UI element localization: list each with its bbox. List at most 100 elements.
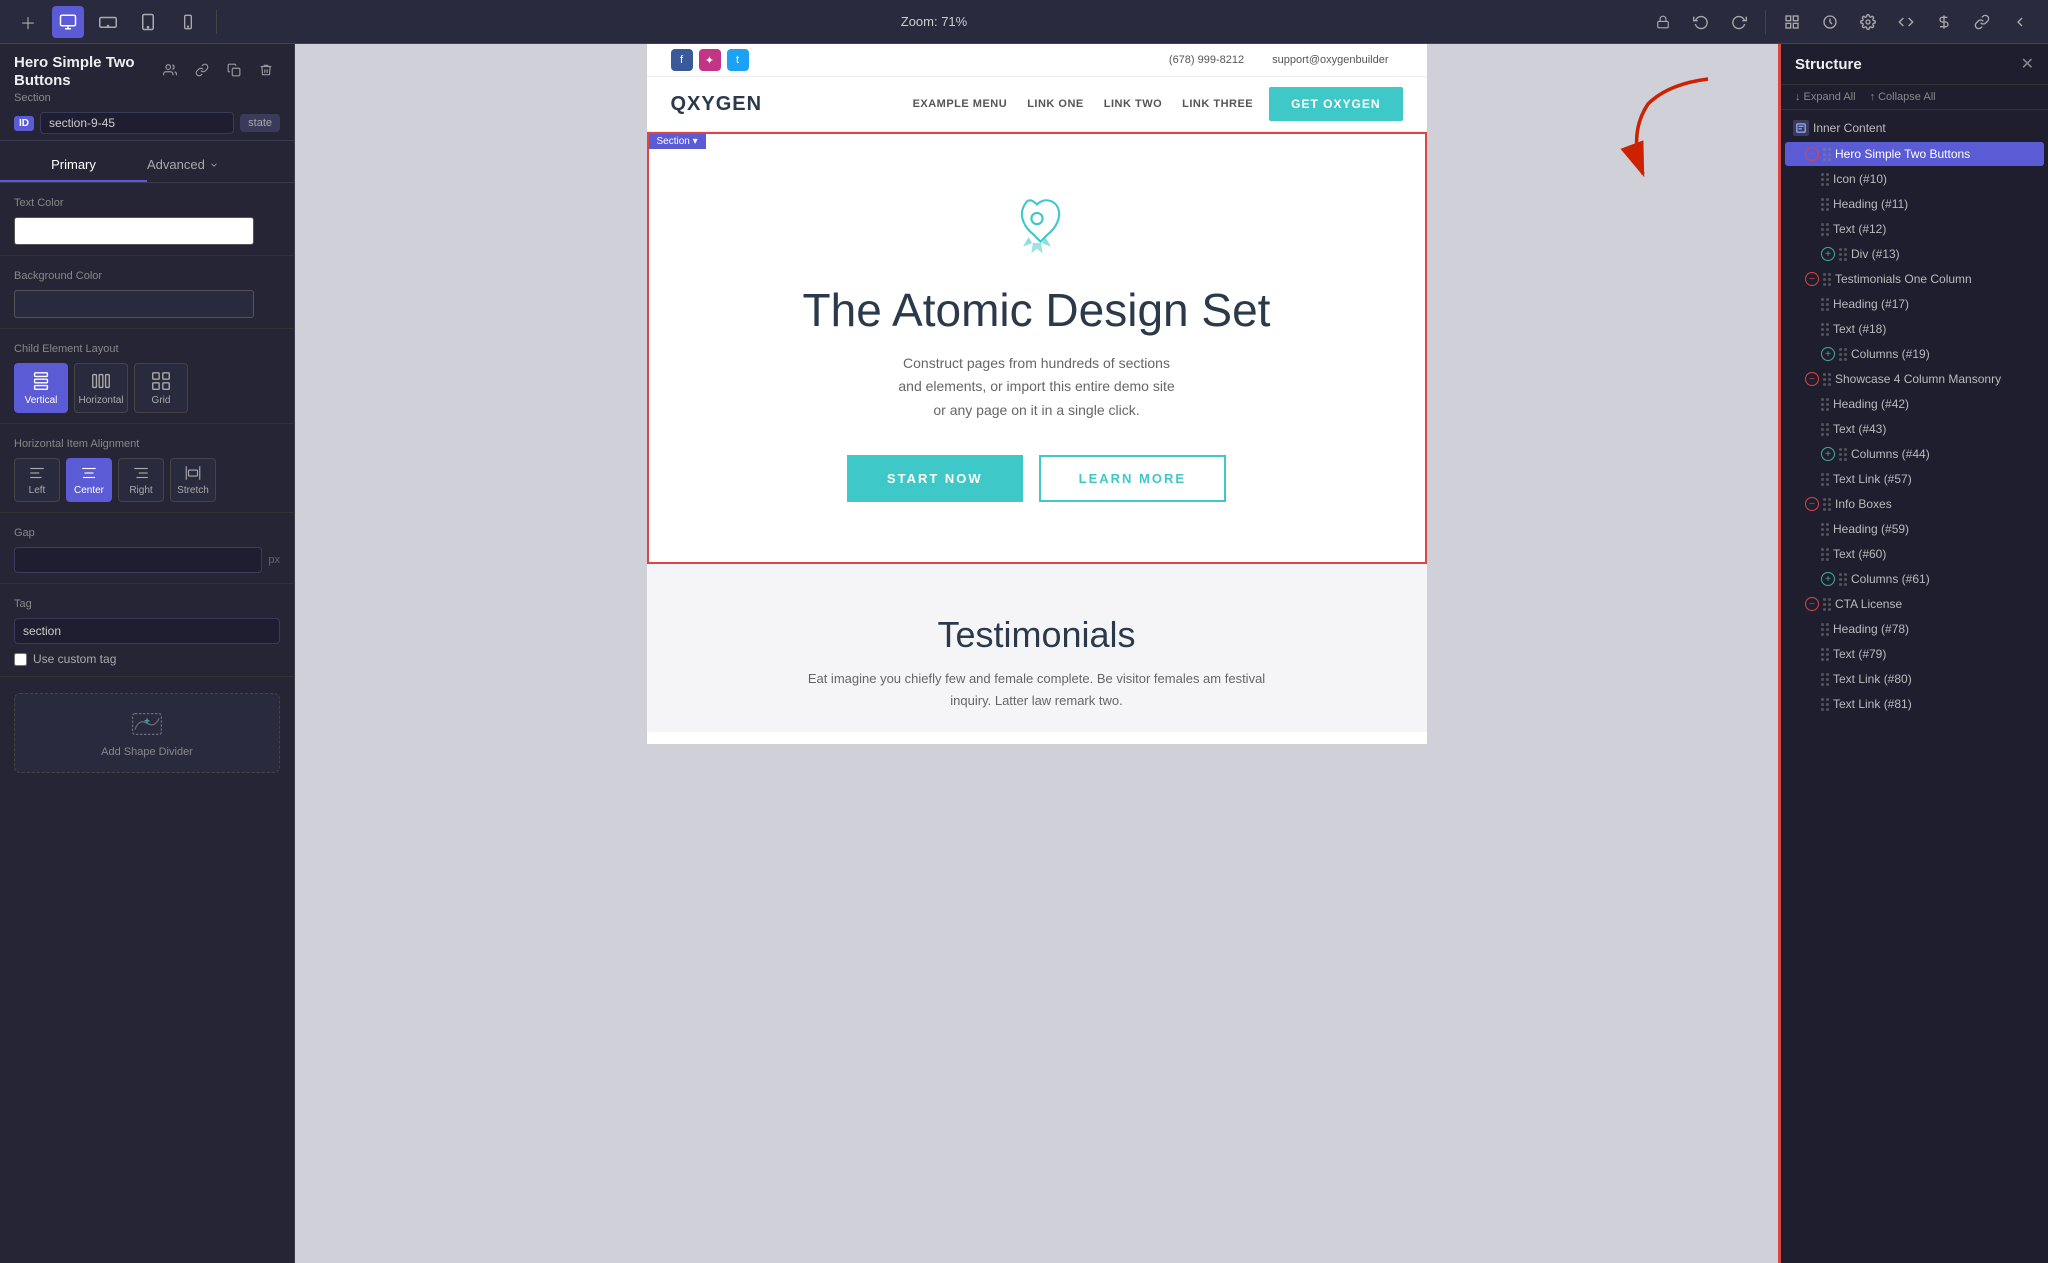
tab-advanced[interactable]: Advanced (147, 149, 294, 182)
code-btn[interactable] (1890, 6, 1922, 38)
columns-19-toggle[interactable]: + (1821, 347, 1835, 361)
twitter-icon[interactable]: t (727, 49, 749, 71)
bg-color-swatch[interactable] (14, 290, 254, 318)
tree-columns-19[interactable]: + Columns (#19) (1785, 342, 2044, 366)
tree-textlink-57[interactable]: Text Link (#57) (1785, 467, 2044, 491)
undo-btn[interactable] (1685, 6, 1717, 38)
alignment-label: Horizontal Item Alignment (14, 438, 280, 450)
custom-tag-checkbox[interactable] (14, 653, 27, 666)
tree-heading-78[interactable]: Heading (#78) (1785, 617, 2044, 641)
link-icon-btn[interactable] (188, 56, 216, 84)
tab-primary[interactable]: Primary (0, 149, 147, 182)
alignment-section: Horizontal Item Alignment Left (0, 424, 294, 513)
columns-44-toggle[interactable]: + (1821, 447, 1835, 461)
tree-textlink-80[interactable]: Text Link (#80) (1785, 667, 2044, 691)
tree-text-60[interactable]: Text (#60) (1785, 542, 2044, 566)
heading-17-label: Heading (#17) (1833, 297, 1909, 311)
history-btn[interactable] (1814, 6, 1846, 38)
tree-textlink-81[interactable]: Text Link (#81) (1785, 692, 2044, 716)
tree-hero-section[interactable]: − Hero Simple Two Buttons (1785, 142, 2044, 166)
text-color-section: Text Color (0, 183, 294, 256)
nav-link-three[interactable]: LINK THREE (1182, 98, 1253, 110)
tree-text-12[interactable]: Text (#12) (1785, 217, 2044, 241)
zoom-label[interactable]: Zoom: 71% (901, 14, 967, 29)
redo-btn[interactable] (1723, 6, 1755, 38)
state-button[interactable]: state (240, 114, 280, 132)
align-center-btn[interactable]: Center (66, 458, 112, 502)
cta-toggle[interactable]: − (1805, 597, 1819, 611)
tree-testimonials-section[interactable]: − Testimonials One Column (1785, 267, 2044, 291)
tree-text-43[interactable]: Text (#43) (1785, 417, 2044, 441)
tree-text-18[interactable]: Text (#18) (1785, 317, 2044, 341)
align-stretch-btn[interactable]: Stretch (170, 458, 216, 502)
settings-btn[interactable] (1852, 6, 1884, 38)
tree-columns-44[interactable]: + Columns (#44) (1785, 442, 2044, 466)
tag-label: Tag (14, 598, 280, 610)
layout-vertical-btn[interactable]: Vertical (14, 363, 68, 413)
tablet-landscape-btn[interactable] (92, 6, 124, 38)
delete-icon-btn[interactable] (252, 56, 280, 84)
tree-text-79[interactable]: Text (#79) (1785, 642, 2044, 666)
layout-btn[interactable] (1776, 6, 1808, 38)
link-btn[interactable] (1966, 6, 1998, 38)
tag-select[interactable]: section div article main (14, 618, 280, 644)
testimonials-section-label: Testimonials One Column (1835, 272, 1972, 286)
lock-btn[interactable] (1647, 6, 1679, 38)
custom-tag-label[interactable]: Use custom tag (33, 652, 116, 666)
tablet-portrait-btn[interactable] (132, 6, 164, 38)
hero-title: The Atomic Design Set (803, 285, 1271, 336)
text-color-swatch[interactable] (14, 217, 254, 245)
tree-heading-11[interactable]: Heading (#11) (1785, 192, 2044, 216)
gap-input[interactable] (14, 547, 262, 573)
add-btn[interactable]: ＋ (12, 6, 44, 38)
div-13-label: Div (#13) (1851, 247, 1900, 261)
get-oxygen-btn[interactable]: GET OXYGEN (1269, 87, 1402, 121)
drag-handle-text18 (1821, 323, 1829, 336)
desktop-btn[interactable] (52, 6, 84, 38)
hero-toggle[interactable]: − (1805, 147, 1819, 161)
learn-more-btn[interactable]: LEARN MORE (1039, 455, 1226, 502)
align-left-btn[interactable]: Left (14, 458, 60, 502)
layout-grid-btn[interactable]: Grid (134, 363, 188, 413)
left-panel: Hero Simple Two Buttons Section (0, 44, 295, 1263)
tree-container: Inner Content − Hero Simple Two Buttons (1781, 110, 2048, 1263)
nav-example-menu[interactable]: EXAMPLE MENU (913, 98, 1008, 110)
copy-icon-btn[interactable] (220, 56, 248, 84)
right-panel-close-btn[interactable]: ✕ (2021, 54, 2034, 74)
align-right-btn[interactable]: Right (118, 458, 164, 502)
user-icon-btn[interactable] (156, 56, 184, 84)
tree-icon-10[interactable]: Icon (#10) (1785, 167, 2044, 191)
id-input[interactable] (40, 112, 234, 134)
nav-link-one[interactable]: LINK ONE (1027, 98, 1084, 110)
tree-showcase-section[interactable]: − Showcase 4 Column Mansonry (1785, 367, 2044, 391)
nav-link-two[interactable]: LINK TWO (1104, 98, 1162, 110)
mobile-btn[interactable] (172, 6, 204, 38)
expand-all-link[interactable]: ↓ Expand All (1795, 91, 1856, 103)
add-shape-divider[interactable]: Add Shape Divider (14, 693, 280, 773)
align-center-label: Center (74, 485, 104, 496)
layout-grid-label: Grid (152, 395, 171, 406)
collapse-all-link[interactable]: ↑ Collapse All (1870, 91, 1936, 103)
start-now-btn[interactable]: START NOW (847, 455, 1023, 502)
tree-div-13[interactable]: + Div (#13) (1785, 242, 2044, 266)
grid-btn[interactable] (1928, 6, 1960, 38)
infoboxes-toggle[interactable]: − (1805, 497, 1819, 511)
instagram-icon[interactable]: ✦ (699, 49, 721, 71)
layout-horizontal-btn[interactable]: Horizontal (74, 363, 128, 413)
tree-columns-61[interactable]: + Columns (#61) (1785, 567, 2044, 591)
tree-infoboxes-section[interactable]: − Info Boxes (1785, 492, 2044, 516)
testimonials-title: Testimonials (687, 614, 1387, 656)
tree-heading-42[interactable]: Heading (#42) (1785, 392, 2044, 416)
more-btn[interactable] (2004, 6, 2036, 38)
showcase-toggle[interactable]: − (1805, 372, 1819, 386)
expand-collapse-row: ↓ Expand All ↑ Collapse All (1781, 85, 2048, 110)
tree-heading-59[interactable]: Heading (#59) (1785, 517, 2044, 541)
tree-cta-section[interactable]: − CTA License (1785, 592, 2044, 616)
columns-61-toggle[interactable]: + (1821, 572, 1835, 586)
facebook-icon[interactable]: f (671, 49, 693, 71)
tree-inner-content[interactable]: Inner Content (1785, 115, 2044, 141)
tree-heading-17[interactable]: Heading (#17) (1785, 292, 2044, 316)
div-13-toggle[interactable]: + (1821, 247, 1835, 261)
testimonials-toggle[interactable]: − (1805, 272, 1819, 286)
section-label[interactable]: Section ▾ (649, 134, 706, 149)
